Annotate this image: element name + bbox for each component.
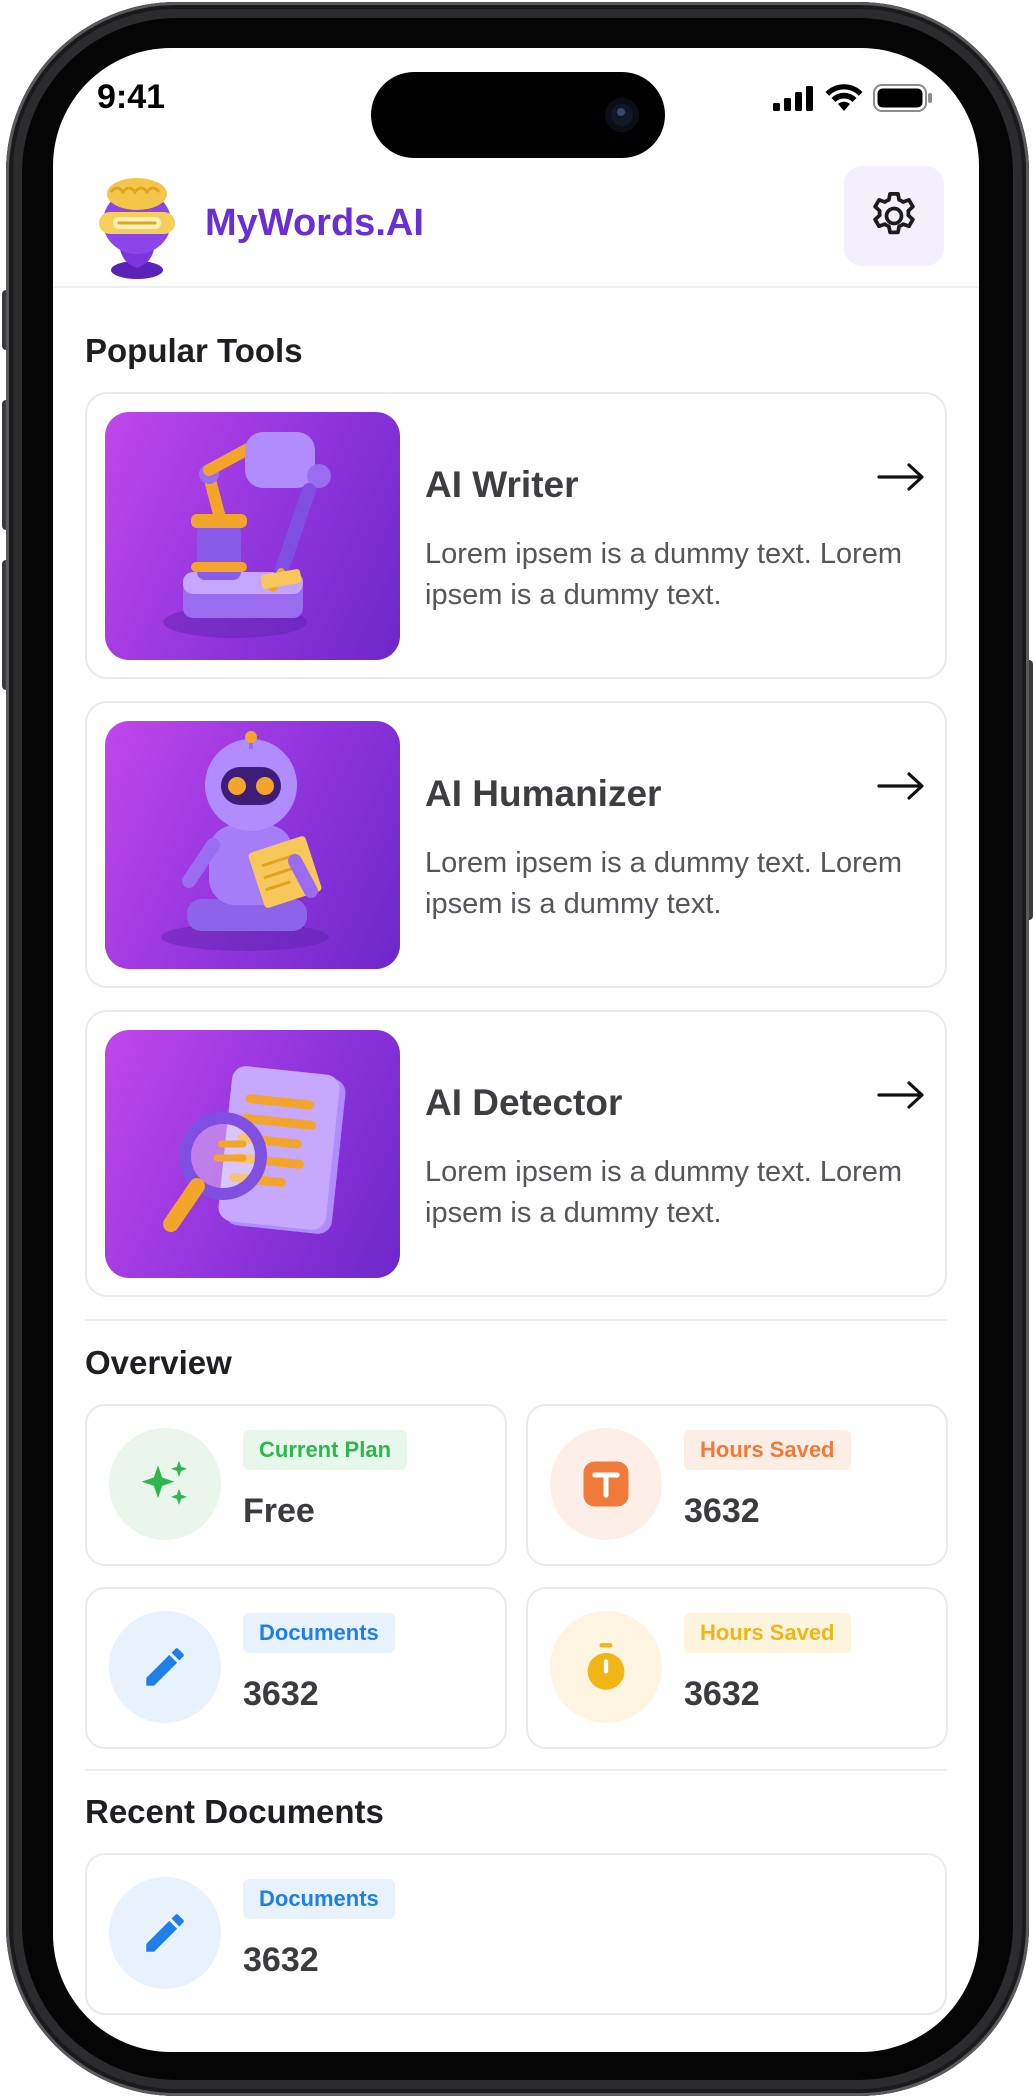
pencil-icon <box>146 1648 184 1686</box>
tool-description: Lorem ipsem is a dummy text. Lorem ipsem… <box>425 1156 903 1229</box>
stat-card-hours-saved[interactable]: Hours Saved 3632 <box>526 1404 948 1566</box>
stat-label-badge: Documents <box>243 1879 395 1919</box>
app-header: MyWords.AI <box>53 166 979 288</box>
stat-label-badge: Current Plan <box>243 1430 408 1470</box>
tool-description: Lorem ipsem is a dummy text. Lorem ipsem… <box>425 538 903 611</box>
app-screen: 9:41 MyWords.AI Popular Tools AI Writer … <box>53 48 979 2052</box>
stat-value: Free <box>243 1492 315 1530</box>
front-camera-icon <box>605 98 639 132</box>
gear-icon <box>873 191 915 235</box>
stat-label-badge: Hours Saved <box>684 1430 851 1470</box>
cellular-signal-icon <box>773 86 813 111</box>
tool-title: AI Detector <box>425 1082 623 1123</box>
status-time: 9:41 <box>97 78 166 116</box>
wifi-icon <box>825 84 863 111</box>
dynamic-island <box>371 72 665 158</box>
tool-card-ai-detector[interactable]: AI Detector Lorem ipsem is a dummy text.… <box>85 1010 947 1297</box>
section-divider <box>85 1319 947 1321</box>
tool-description: Lorem ipsem is a dummy text. Lorem ipsem… <box>425 847 903 920</box>
tool-title: AI Writer <box>425 464 579 505</box>
robot-reading-icon <box>105 721 400 969</box>
recent-document-item[interactable]: Documents 3632 <box>85 1853 947 2015</box>
section-title-recent-documents: Recent Documents <box>85 1793 384 1830</box>
stat-icon-circle <box>550 1611 662 1723</box>
stat-value: 3632 <box>243 1941 319 1979</box>
stat-label-badge: Hours Saved <box>684 1613 851 1653</box>
tool-card-ai-writer[interactable]: AI Writer Lorem ipsem is a dummy text. L… <box>85 392 947 679</box>
stat-icon-circle <box>109 1877 221 1989</box>
pencil-icon <box>146 1914 184 1952</box>
text-square-icon <box>583 1461 629 1507</box>
section-title-overview: Overview <box>85 1344 232 1381</box>
settings-button[interactable] <box>844 166 944 266</box>
app-title: MyWords.AI <box>205 202 424 244</box>
app-logo <box>89 170 185 280</box>
document-magnifier-icon <box>105 1030 400 1278</box>
status-icons <box>773 84 933 112</box>
stat-icon-circle <box>109 1428 221 1540</box>
arrow-right-icon[interactable] <box>877 462 925 492</box>
robot-arm-pen-icon <box>105 412 400 660</box>
stat-icon-circle <box>550 1428 662 1540</box>
battery-icon <box>873 84 932 112</box>
stat-card-current-plan[interactable]: Current Plan Free <box>85 1404 507 1566</box>
section-title-popular-tools: Popular Tools <box>85 332 303 369</box>
stat-icon-circle <box>109 1611 221 1723</box>
stat-card-documents[interactable]: Documents 3632 <box>85 1587 507 1749</box>
arrow-right-icon[interactable] <box>877 1080 925 1110</box>
sparkles-icon <box>141 1460 188 1505</box>
stopwatch-icon <box>587 1643 625 1690</box>
section-divider <box>85 1769 947 1771</box>
arrow-right-icon[interactable] <box>877 771 925 801</box>
stat-value: 3632 <box>684 1492 760 1530</box>
stat-value: 3632 <box>243 1675 319 1713</box>
stat-card-hours-saved-2[interactable]: Hours Saved 3632 <box>526 1587 948 1749</box>
tool-title: AI Humanizer <box>425 773 662 814</box>
stat-label-badge: Documents <box>243 1613 395 1653</box>
stat-value: 3632 <box>684 1675 760 1713</box>
tool-card-ai-humanizer[interactable]: AI Humanizer Lorem ipsem is a dummy text… <box>85 701 947 988</box>
